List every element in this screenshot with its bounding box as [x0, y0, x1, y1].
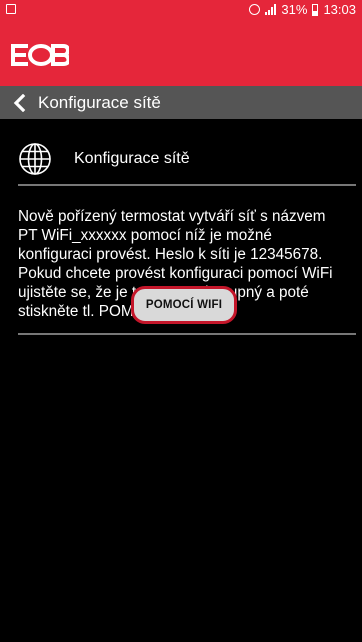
nav-title: Konfigurace sítě [38, 92, 161, 112]
section-header: Konfigurace sítě [18, 134, 344, 184]
status-bar: 31% 13:03 [0, 0, 362, 20]
battery-percent: 31% [281, 2, 308, 17]
nav-bar: Konfigurace sítě [0, 86, 362, 119]
status-icons: 31% 13:03 [249, 2, 356, 17]
alarm-icon [249, 4, 261, 15]
chevron-left-icon[interactable] [6, 86, 32, 119]
brand-header [0, 20, 362, 86]
section-title: Konfigurace sítě [74, 150, 190, 167]
clock: 13:03 [323, 2, 356, 17]
globe-icon [19, 143, 51, 175]
brand-logo [11, 44, 69, 66]
notification-icon [6, 4, 16, 14]
signal-icon [265, 4, 277, 15]
battery-icon [312, 3, 319, 16]
wifi-config-button[interactable]: POMOCÍ WIFI [131, 286, 237, 324]
divider-bottom [18, 333, 356, 335]
divider-top [18, 184, 356, 186]
